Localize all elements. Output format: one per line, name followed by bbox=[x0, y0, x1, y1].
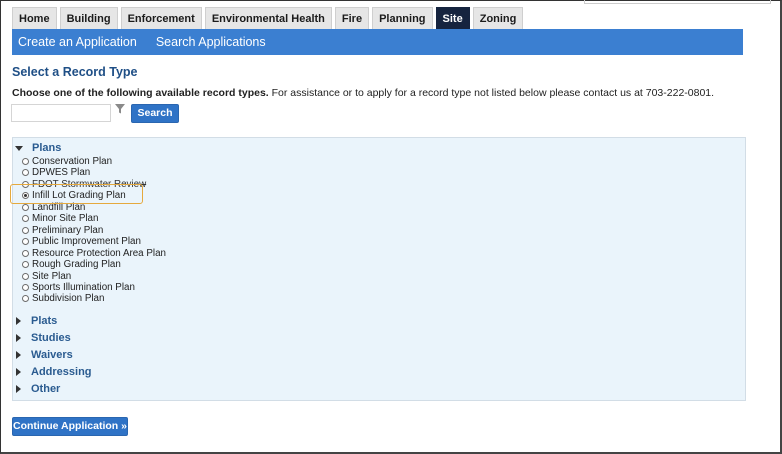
instructions-bold: Choose one of the following available re… bbox=[12, 87, 269, 99]
option-label: Minor Site Plan bbox=[32, 213, 99, 224]
caret-right-icon bbox=[16, 317, 21, 325]
option-label: Site Plan bbox=[32, 271, 72, 282]
section-other-label: Other bbox=[31, 383, 61, 395]
radio-site-plan[interactable]: Site Plan bbox=[22, 271, 71, 282]
radio-sports-illumination-plan[interactable]: Sports Illumination Plan bbox=[22, 282, 135, 293]
page-title: Select a Record Type bbox=[12, 65, 138, 79]
tab-fire[interactable]: Fire bbox=[334, 7, 370, 29]
section-plats[interactable]: Plats bbox=[15, 315, 57, 327]
option-label: DPWES Plan bbox=[32, 167, 91, 178]
radio-button[interactable] bbox=[22, 227, 29, 234]
caret-right-icon bbox=[16, 368, 21, 376]
option-label: Resource Protection Area Plan bbox=[32, 248, 166, 259]
section-plans[interactable]: Plans bbox=[15, 142, 61, 154]
radio-button[interactable] bbox=[22, 250, 29, 257]
radio-landfill-plan[interactable]: Landfill Plan bbox=[22, 202, 85, 213]
tab-enforcement[interactable]: Enforcement bbox=[120, 7, 202, 29]
radio-fdot-stormwater-review[interactable]: FDOT Stormwater Review bbox=[22, 179, 146, 190]
section-studies-label: Studies bbox=[31, 332, 71, 344]
option-label: Subdivision Plan bbox=[32, 293, 105, 304]
caret-right-icon bbox=[16, 385, 21, 393]
section-plats-label: Plats bbox=[31, 315, 58, 327]
option-label: Sports Illumination Plan bbox=[32, 282, 135, 293]
radio-preliminary-plan[interactable]: Preliminary Plan bbox=[22, 225, 103, 236]
radio-button[interactable] bbox=[22, 284, 29, 291]
search-button[interactable]: Search bbox=[131, 104, 179, 123]
section-other[interactable]: Other bbox=[15, 383, 60, 395]
instructions-rest: For assistance or to apply for a record … bbox=[268, 87, 715, 99]
radio-button[interactable] bbox=[22, 158, 29, 165]
filter-funnel-icon[interactable] bbox=[114, 103, 126, 115]
option-label: Landfill Plan bbox=[32, 202, 86, 213]
section-waivers-label: Waivers bbox=[31, 349, 73, 361]
radio-button[interactable] bbox=[22, 215, 29, 222]
radio-infill-lot-grading-plan[interactable]: Infill Lot Grading Plan bbox=[22, 190, 126, 201]
search-applications-link[interactable]: Search Applications bbox=[156, 35, 266, 49]
tab-home[interactable]: Home bbox=[12, 7, 57, 29]
section-studies[interactable]: Studies bbox=[15, 332, 71, 344]
radio-public-improvement-plan[interactable]: Public Improvement Plan bbox=[22, 236, 141, 247]
radio-button[interactable] bbox=[22, 181, 29, 188]
section-addressing-label: Addressing bbox=[31, 366, 92, 378]
radio-rough-grading-plan[interactable]: Rough Grading Plan bbox=[22, 259, 121, 270]
option-label: Preliminary Plan bbox=[32, 225, 104, 236]
section-waivers[interactable]: Waivers bbox=[15, 349, 73, 361]
module-tabs: Home Building Enforcement Environmental … bbox=[12, 7, 526, 29]
tab-zoning[interactable]: Zoning bbox=[472, 7, 524, 29]
radio-button[interactable] bbox=[22, 238, 29, 245]
option-label: Public Improvement Plan bbox=[32, 236, 141, 247]
option-label: FDOT Stormwater Review bbox=[32, 179, 147, 190]
instructions-text: Choose one of the following available re… bbox=[12, 87, 714, 99]
radio-button[interactable] bbox=[22, 295, 29, 302]
radio-button-selected[interactable] bbox=[22, 192, 29, 199]
header-search-box[interactable] bbox=[584, 0, 771, 4]
continue-application-button[interactable]: Continue Application » bbox=[12, 417, 128, 436]
radio-button[interactable] bbox=[22, 204, 29, 211]
radio-dpwes-plan[interactable]: DPWES Plan bbox=[22, 167, 90, 178]
sub-navigation-bar: Create an Application Search Application… bbox=[12, 29, 743, 55]
radio-subdivision-plan[interactable]: Subdivision Plan bbox=[22, 293, 104, 304]
record-type-panel bbox=[12, 137, 746, 401]
radio-button[interactable] bbox=[22, 261, 29, 268]
record-type-search-input[interactable] bbox=[11, 104, 111, 122]
option-label: Infill Lot Grading Plan bbox=[32, 190, 126, 201]
radio-resource-protection-area-plan[interactable]: Resource Protection Area Plan bbox=[22, 248, 166, 259]
tab-building[interactable]: Building bbox=[59, 7, 118, 29]
caret-right-icon bbox=[16, 334, 21, 342]
section-plans-label: Plans bbox=[32, 142, 62, 154]
tab-environmental-health[interactable]: Environmental Health bbox=[204, 7, 332, 29]
tab-site[interactable]: Site bbox=[435, 7, 470, 29]
caret-down-icon bbox=[15, 145, 23, 151]
create-application-link[interactable]: Create an Application bbox=[18, 35, 137, 49]
section-addressing[interactable]: Addressing bbox=[15, 366, 92, 378]
option-label: Conservation Plan bbox=[32, 156, 113, 167]
caret-right-icon bbox=[16, 351, 21, 359]
radio-minor-site-plan[interactable]: Minor Site Plan bbox=[22, 213, 98, 224]
radio-button[interactable] bbox=[22, 169, 29, 176]
tab-planning[interactable]: Planning bbox=[372, 7, 433, 29]
option-label: Rough Grading Plan bbox=[32, 259, 121, 270]
radio-button[interactable] bbox=[22, 273, 29, 280]
radio-conservation-plan[interactable]: Conservation Plan bbox=[22, 156, 112, 167]
